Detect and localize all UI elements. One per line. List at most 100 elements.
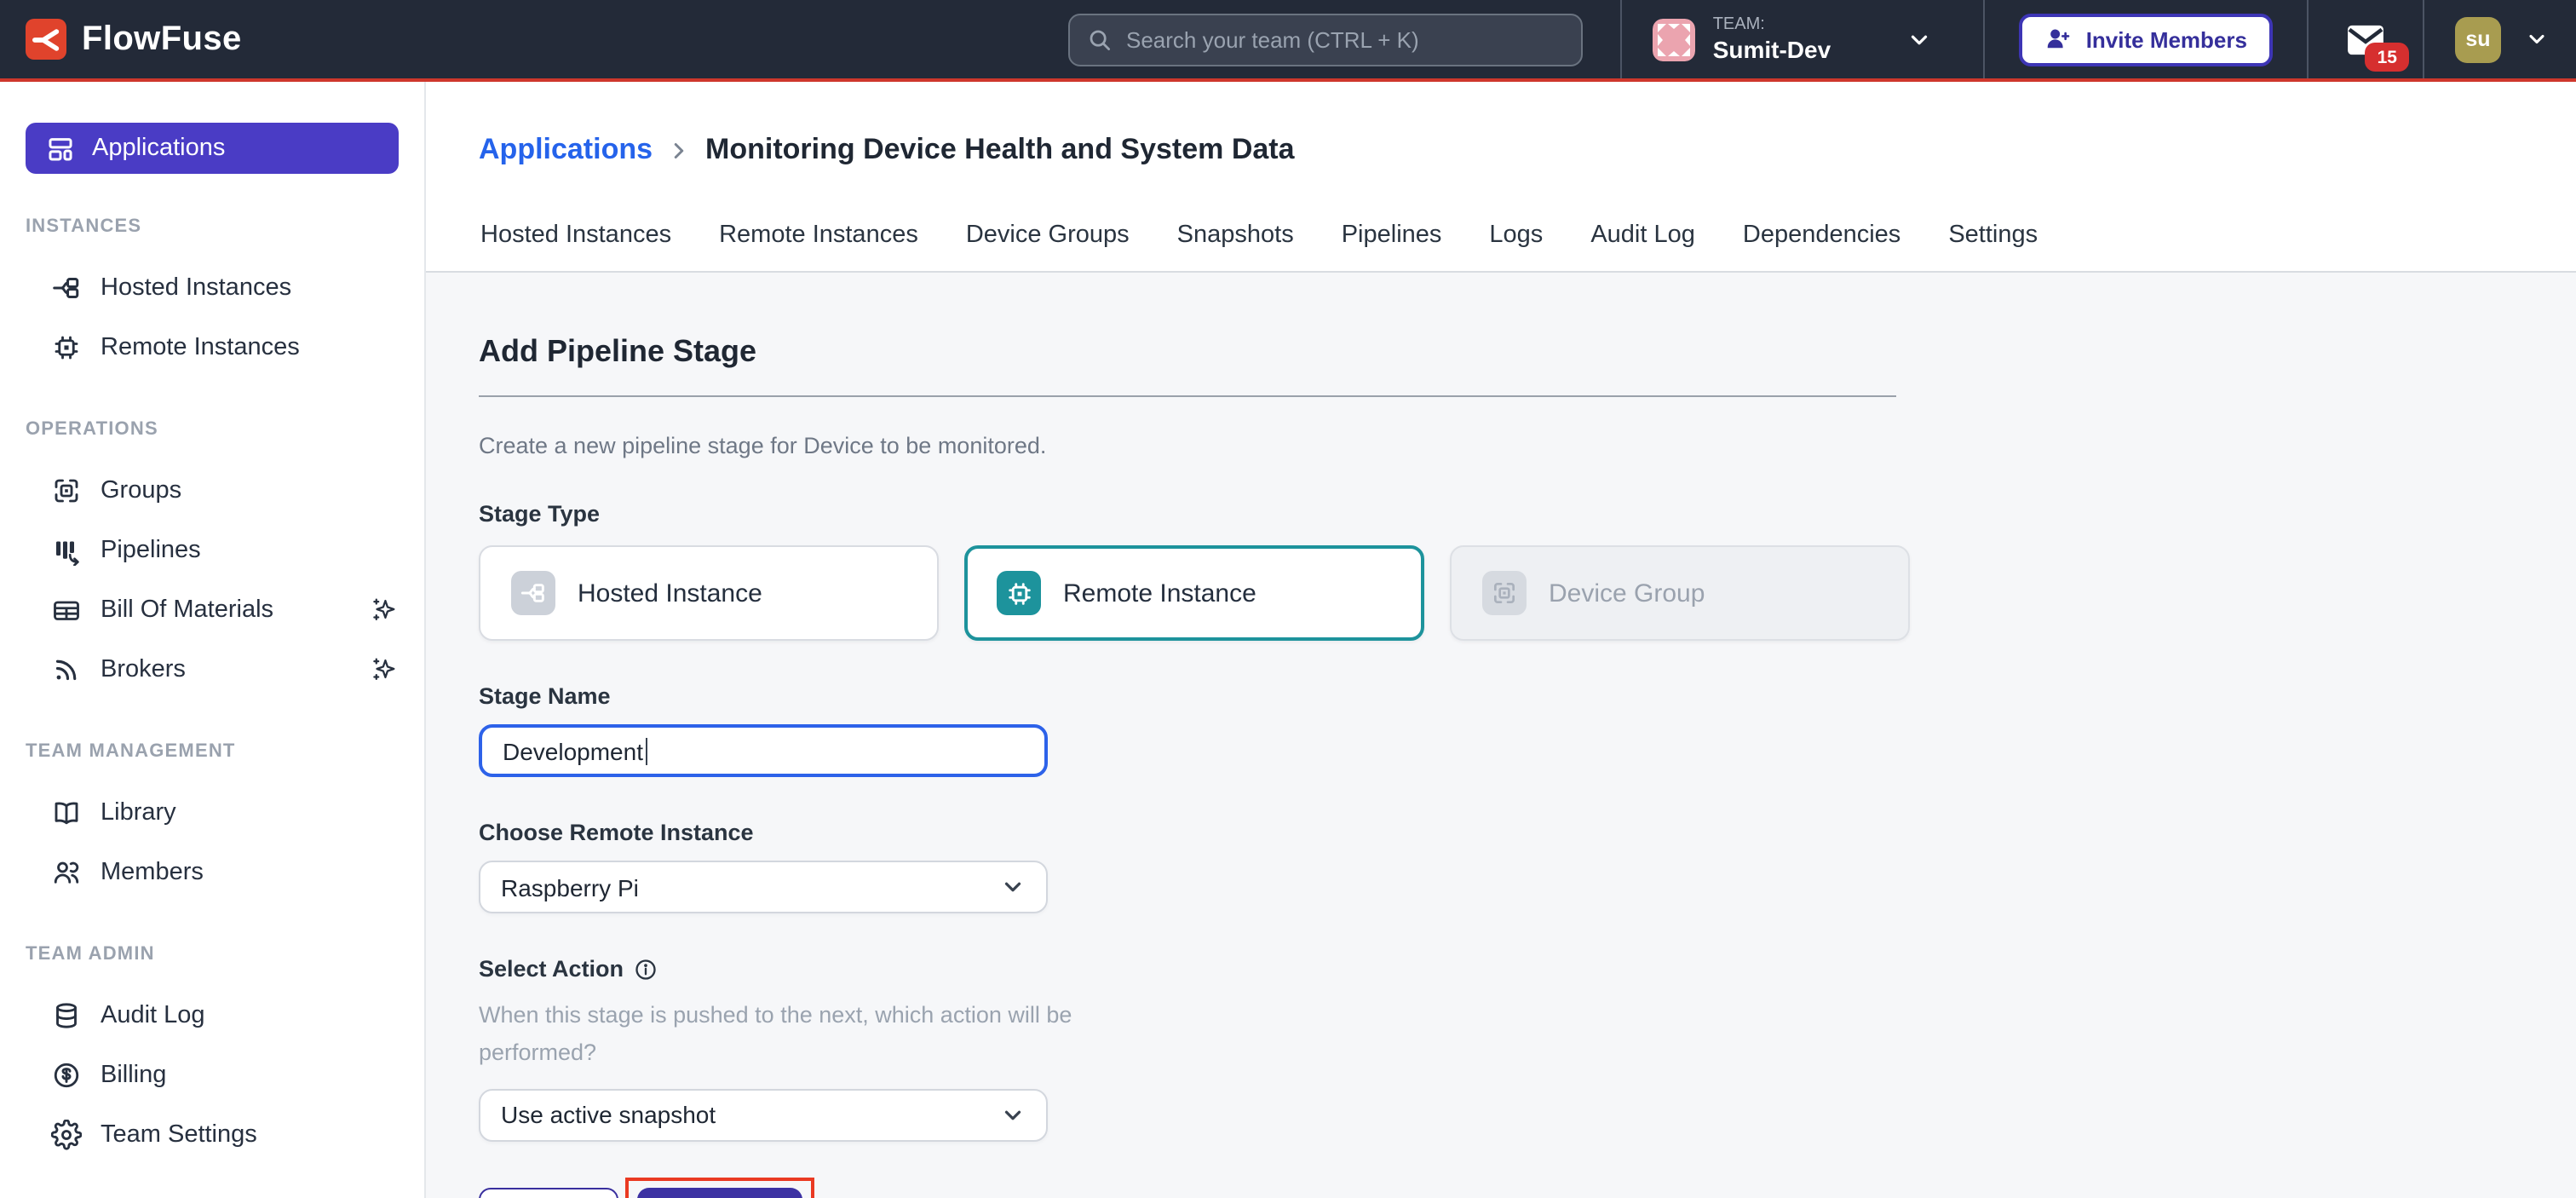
sparkles-icon — [368, 654, 399, 683]
search-icon — [1087, 27, 1113, 53]
stage-type-option-label: Device Group — [1549, 579, 1705, 608]
form-actions: Cancel Add Stage — [479, 1177, 2576, 1198]
stage-type-option-label: Remote Instance — [1063, 579, 1256, 608]
tab-logs[interactable]: Logs — [1465, 199, 1567, 271]
database-icon — [51, 999, 82, 1030]
stage-name-label: Stage Name — [479, 683, 2576, 709]
invite-block: Invite Members — [1986, 0, 2307, 78]
tab-snapshots[interactable]: Snapshots — [1153, 199, 1318, 271]
tab-dependencies[interactable]: Dependencies — [1719, 199, 1924, 271]
sidebar-item-hosted-instances[interactable]: Hosted Instances — [0, 257, 424, 317]
invite-members-button[interactable]: Invite Members — [2020, 13, 2273, 66]
sidebar-item-remote-instances[interactable]: Remote Instances — [0, 317, 424, 377]
sidebar-section-instances: INSTANCES — [26, 216, 424, 237]
action-value: Use active snapshot — [501, 1101, 716, 1128]
team-search[interactable] — [1068, 14, 1583, 66]
notification-count-badge: 15 — [2366, 43, 2409, 72]
sidebar-section-team-admin: TEAM ADMIN — [26, 944, 424, 965]
stage-type-label: Stage Type — [479, 501, 2576, 527]
flowfuse-app: FlowFuse — [0, 0, 2576, 1198]
topbar-right: TEAM: Sumit-Dev I — [1621, 0, 2576, 78]
tab-remote-instances[interactable]: Remote Instances — [695, 199, 942, 271]
chip-icon — [51, 331, 82, 362]
sidebar-item-label: Billing — [101, 1061, 166, 1088]
breadcrumb: Applications Monitoring Device Health an… — [479, 133, 1295, 167]
chevron-down-icon — [1906, 26, 1931, 52]
device-group-icon — [1482, 571, 1527, 615]
sidebar-item-library[interactable]: Library — [0, 782, 424, 842]
sidebar-section-team-management: TEAM MANAGEMENT — [26, 741, 424, 762]
sidebar: Applications INSTANCES Hosted Instances — [0, 82, 426, 1198]
users-icon — [51, 856, 82, 887]
user-menu[interactable]: su — [2424, 0, 2576, 78]
stage-type-option-label: Hosted Instance — [578, 579, 762, 608]
chevron-down-icon — [1000, 874, 1026, 900]
tab-hosted-instances[interactable]: Hosted Instances — [457, 199, 695, 271]
sidebar-item-brokers[interactable]: Brokers — [0, 639, 424, 699]
stage-type-options: Hosted Instance Remote Instance — [479, 545, 2576, 641]
sparkles-icon — [368, 595, 399, 624]
sidebar-item-label: Audit Log — [101, 1001, 205, 1028]
form-title: Add Pipeline Stage — [479, 334, 2576, 370]
stage-type-device-group: Device Group — [1450, 545, 1910, 641]
tab-settings[interactable]: Settings — [1924, 199, 2061, 271]
tab-audit-log[interactable]: Audit Log — [1567, 199, 1719, 271]
sidebar-item-label: Groups — [101, 476, 399, 504]
sidebar-list: Library Members — [0, 782, 424, 901]
topbar: FlowFuse — [0, 0, 2576, 82]
rss-icon — [51, 654, 82, 684]
remote-instance-label: Choose Remote Instance — [479, 820, 2576, 845]
hosted-instance-icon — [511, 571, 555, 615]
sidebar-item-label: Remote Instances — [101, 333, 300, 360]
select-action-label: Select Action — [479, 956, 2576, 982]
chevron-right-icon — [666, 137, 692, 163]
stage-name-input[interactable]: Development — [479, 724, 1048, 777]
sidebar-item-label: Brokers — [101, 655, 349, 683]
flowfuse-logo[interactable]: FlowFuse — [26, 0, 242, 78]
sidebar-item-label: Applications — [92, 135, 225, 162]
sidebar-item-label: Bill Of Materials — [101, 596, 349, 623]
user-avatar: su — [2455, 16, 2501, 62]
sidebar-item-team-settings[interactable]: Team Settings — [0, 1104, 424, 1164]
page-title: Monitoring Device Health and System Data — [705, 133, 1295, 167]
remote-instance-select[interactable]: Raspberry Pi — [479, 861, 1048, 913]
gear-icon — [51, 1119, 82, 1149]
sidebar-item-members[interactable]: Members — [0, 842, 424, 901]
sidebar-section-operations: OPERATIONS — [26, 419, 424, 440]
sidebar-item-pipelines[interactable]: Pipelines — [0, 520, 424, 579]
breadcrumb-applications-link[interactable]: Applications — [479, 133, 653, 167]
sidebar-list: Audit Log Billing Team S — [0, 985, 424, 1164]
stage-name-value: Development — [503, 737, 643, 764]
tab-bar: Hosted Instances Remote Instances Device… — [457, 199, 2061, 271]
search-input[interactable] — [1126, 27, 1564, 53]
add-stage-button[interactable]: Add Stage — [638, 1187, 803, 1198]
sidebar-item-bill-of-materials[interactable]: Bill Of Materials — [0, 579, 424, 639]
brand-name: FlowFuse — [82, 20, 242, 59]
sidebar-list: Groups Pipelines — [0, 460, 424, 699]
team-texts: TEAM: Sumit-Dev — [1713, 15, 1831, 62]
notifications-button[interactable]: 15 — [2309, 0, 2423, 78]
sidebar-item-groups[interactable]: Groups — [0, 460, 424, 520]
add-pipeline-stage-form: Add Pipeline Stage Create a new pipeline… — [426, 273, 2576, 1198]
sidebar-list: Hosted Instances Remote Instances — [0, 257, 424, 377]
info-icon[interactable] — [634, 957, 658, 981]
stage-type-hosted-instance[interactable]: Hosted Instance — [479, 545, 939, 641]
tab-pipelines[interactable]: Pipelines — [1318, 199, 1466, 271]
main-header: Applications Monitoring Device Health an… — [426, 82, 2576, 273]
select-action-help: When this stage is pushed to the next, w… — [479, 997, 1075, 1073]
team-switcher[interactable]: TEAM: Sumit-Dev — [1623, 0, 1984, 78]
tab-device-groups[interactable]: Device Groups — [942, 199, 1153, 271]
applications-icon — [44, 134, 75, 163]
stage-type-remote-instance[interactable]: Remote Instance — [964, 545, 1424, 641]
sidebar-item-audit-log[interactable]: Audit Log — [0, 985, 424, 1045]
flowfuse-logo-icon — [26, 19, 66, 60]
form-description: Create a new pipeline stage for Device t… — [479, 433, 2576, 458]
annotation-highlight-box: Add Stage — [626, 1177, 815, 1198]
action-select[interactable]: Use active snapshot — [479, 1088, 1048, 1141]
sidebar-item-applications[interactable]: Applications — [26, 123, 399, 174]
user-plus-icon — [2045, 26, 2073, 53]
cancel-button[interactable]: Cancel — [479, 1187, 619, 1198]
sidebar-item-billing[interactable]: Billing — [0, 1045, 424, 1104]
select-action-text: Select Action — [479, 956, 624, 982]
chip-icon — [997, 571, 1041, 615]
